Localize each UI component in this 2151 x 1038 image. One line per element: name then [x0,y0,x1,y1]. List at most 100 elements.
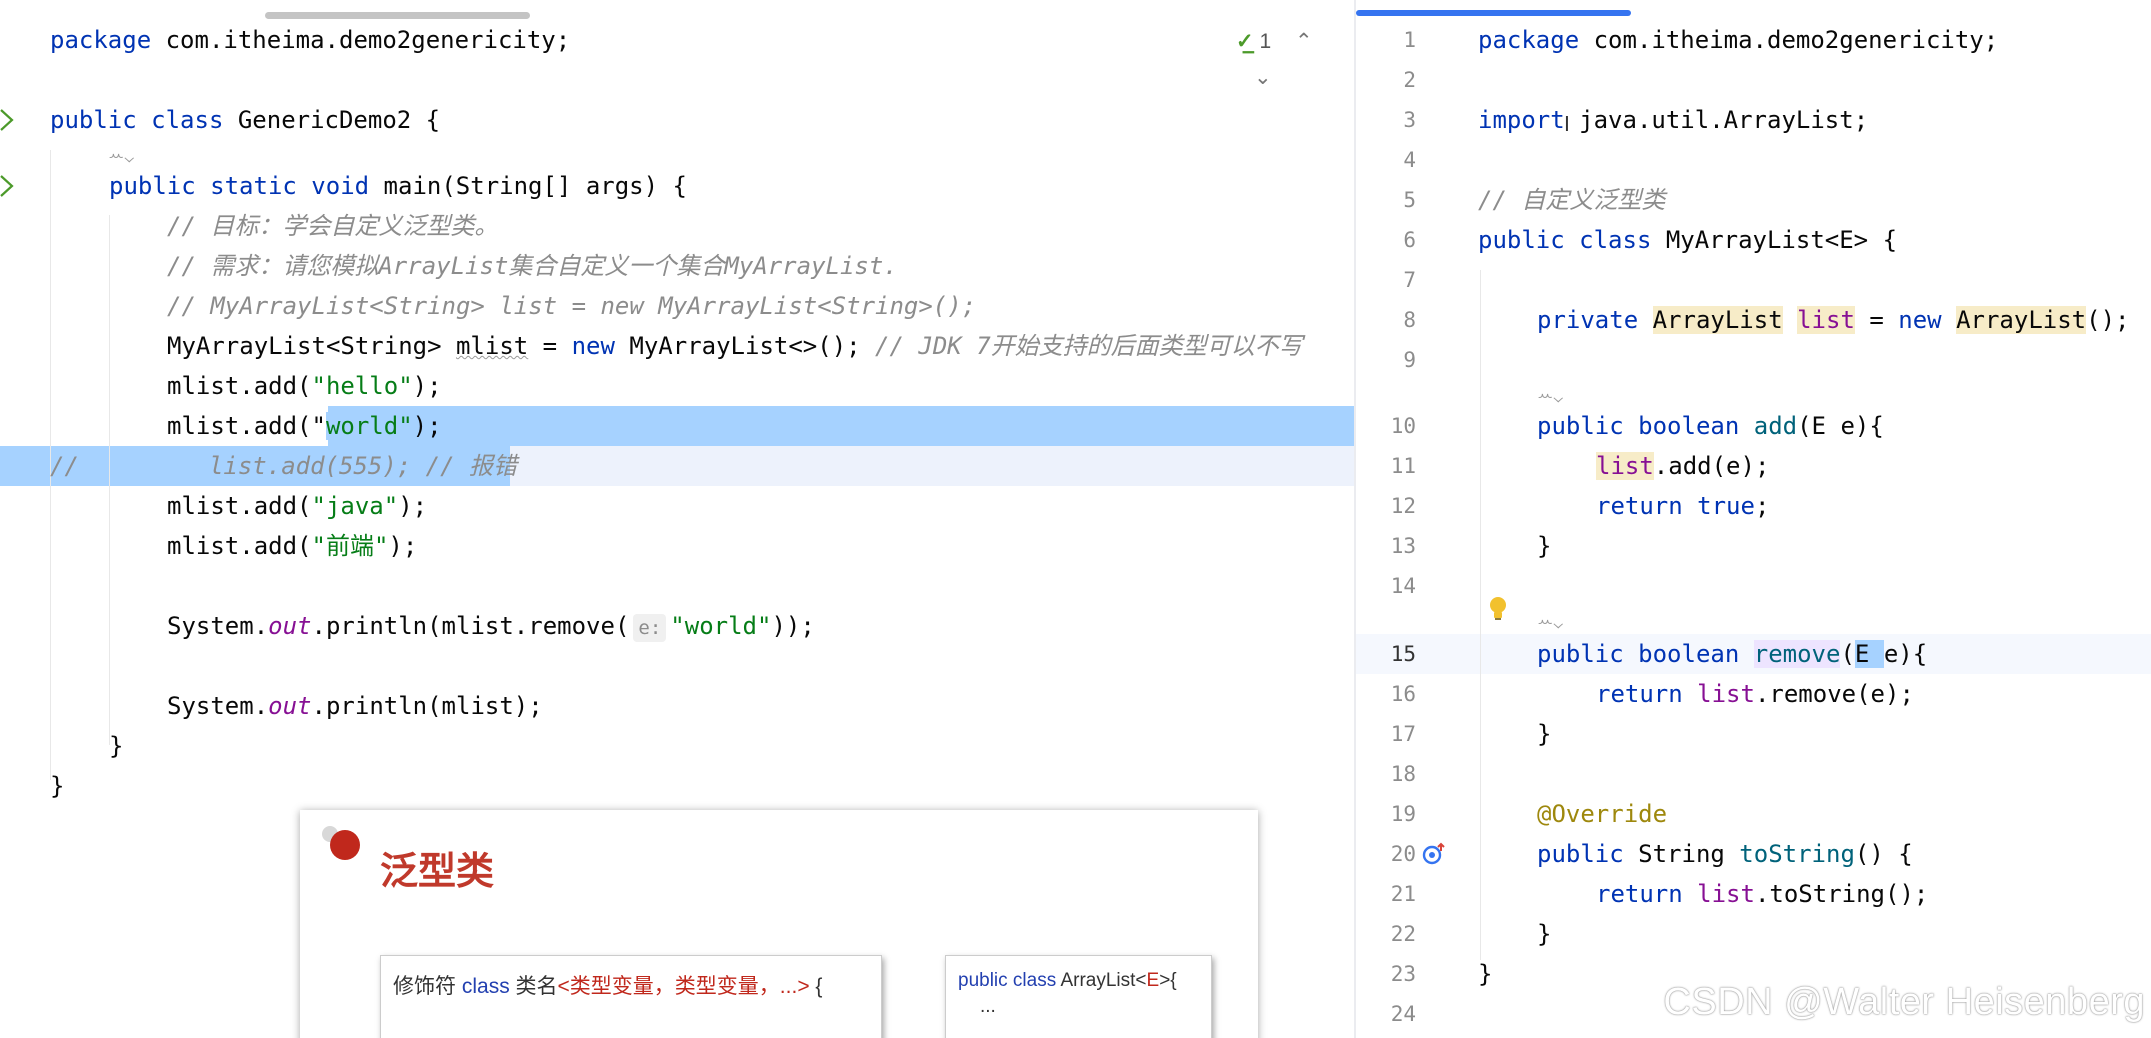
ai-assist-icon: ꕀ⌄ [108,145,135,165]
code-line-package[interactable]: package com.itheima.demo2genericity; [50,20,570,60]
example-type-var: E [1146,970,1160,991]
class-name: MyArrayList<E> { [1651,226,1898,254]
code-line-main[interactable]: public static void main(String[] args) { [109,166,687,206]
line-number[interactable]: 23 [1356,954,1416,994]
inspection-widget[interactable]: ✓̲ 1 ⌃ ⌄ [1236,24,1354,89]
right-editor-pane[interactable]: 1 2 3 4 5 6 7 8 9 10 11 12 13 14 15 16 17 18 19 20 21 22 23 24 … [1356,0,2151,1038]
code-line-close-class[interactable]: } [1478,954,1492,994]
code-line-return-true[interactable]: return true; [1596,486,1769,526]
code-line-print-remove[interactable]: System.out.println(mlist.remove(e: "world… [167,606,815,646]
code-line-package[interactable]: package com.itheima.demo2genericity; [1478,20,1998,60]
call-text: .toString(); [1754,880,1929,908]
horizontal-scrollbar[interactable] [265,12,530,19]
line-number[interactable]: 6 [1356,220,1416,260]
chevron-down-icon[interactable]: ⌄ [1254,66,1272,89]
code-line-remove-method[interactable]: public boolean remove(E e){ [1537,634,1927,674]
line-number[interactable]: 20 [1356,834,1416,874]
line-number[interactable]: 11 [1356,446,1416,486]
tab-indicator[interactable] [1356,10,1631,16]
line-number[interactable]: 7 [1356,260,1416,300]
line-number[interactable]: 16 [1356,674,1416,714]
keyword: public static void [109,172,370,200]
field-list: list [1797,306,1855,334]
comment-line-goal[interactable]: // 目标：学会自定义泛型类。 [167,206,498,246]
annotation-override[interactable]: @Override [1537,794,1667,834]
line-number[interactable]: 24 [1356,994,1416,1034]
code-line-print-list[interactable]: System.out.println(mlist); [167,686,543,726]
line-number[interactable]: 15 [1356,634,1416,674]
syntax-keyword: class [461,975,510,998]
text-cursor-icon: I [1564,112,1570,136]
keyword: public boolean [1537,412,1740,440]
code-line-import[interactable]: import java.util.ArrayList; [1478,100,1868,140]
line-number[interactable]: 3 [1356,100,1416,140]
lightbulb-icon[interactable] [1488,596,1508,622]
line-number[interactable]: 10 [1356,406,1416,446]
run-main-icon[interactable] [0,174,14,198]
package-name: com.itheima.demo2genericity; [1579,26,1999,54]
code-line-class-decl[interactable]: public class GenericDemo2 { [50,100,440,140]
usage-hint[interactable]: ꕀ⌄ [1537,606,1563,636]
code-line-close-class[interactable]: } [50,766,64,806]
comment-line-requirement[interactable]: // 需求：请您模拟ArrayList集合自定义一个集合MyArrayList. [167,246,898,286]
code-line-tostring-body[interactable]: return list.toString(); [1596,874,1928,914]
ai-assist-icon: ꕀ⌄ [1537,611,1564,631]
code-line-declaration[interactable]: MyArrayList<String> mlist = new MyArrayL… [167,326,1303,366]
code-line-add-java[interactable]: mlist.add("java"); [167,486,427,526]
code-line-remove-body[interactable]: return list.remove(e); [1596,674,1914,714]
run-class-icon[interactable] [0,108,14,132]
line-number[interactable]: 22 [1356,914,1416,954]
slide-overlay: 泛型类 修饰符 class 类名<类型变量，类型变量，...> { public… [300,810,1258,1038]
code-line-field[interactable]: private ArrayList list = new ArrayList()… [1537,300,2129,340]
keyword: return [1596,492,1683,520]
line-number[interactable]: 4 [1356,140,1416,180]
code-line-add-body[interactable]: list.add(e); [1596,446,1769,486]
line-number[interactable]: 19 [1356,794,1416,834]
selection-highlight [328,406,1354,446]
method-name: add [1753,412,1798,440]
code-line-add-method[interactable]: public boolean add(E e){ [1537,406,1884,446]
call-end: ); [388,532,418,560]
line-number[interactable]: 18 [1356,754,1416,794]
code-line-add-frontend[interactable]: mlist.add("前端"); [167,526,417,566]
line-number[interactable]: 21 [1356,874,1416,914]
import-name: java.util.ArrayList; [1564,106,1869,134]
type-name: ArrayList [1652,306,1783,334]
assign-text: = [1854,306,1899,334]
indent-guide [1480,270,1481,960]
line-number[interactable]: 5 [1356,180,1416,220]
left-editor-pane[interactable]: ✓̲ 1 ⌃ ⌄ package com.itheima.demo2generi… [0,0,1354,1038]
code-line-commented-out[interactable]: // list.add(555); // 报错 [50,446,517,486]
comment-line[interactable]: // 自定义泛型类 [1478,180,1665,220]
code-line-add-hello[interactable]: mlist.add("hello"); [167,366,442,406]
chevron-up-icon[interactable]: ⌃ [1295,30,1313,53]
code-line-class-decl[interactable]: public class MyArrayList<E> { [1478,220,1897,260]
override-gutter-icon[interactable] [1422,842,1446,866]
line-number[interactable]: 14 [1356,566,1416,606]
return-type: String [1623,840,1740,868]
line-number[interactable]: 12 [1356,486,1416,526]
code-line-close-remove[interactable]: } [1537,714,1551,754]
keyword: return [1596,680,1683,708]
code-line-close-main[interactable]: } [109,726,123,766]
keyword: package [1478,26,1580,54]
line-number[interactable]: 17 [1356,714,1416,754]
string-literal: "前端" [311,532,389,560]
code-line-close-tostring[interactable]: } [1537,914,1551,954]
call-text: .add(e); [1653,452,1770,480]
line-number[interactable]: 2 [1356,60,1416,100]
line-number[interactable]: 13 [1356,526,1416,566]
code-line-tostring[interactable]: public String toString() { [1537,834,1913,874]
line-number[interactable]: 1 [1356,20,1416,60]
example-box: public class ArrayList<E>{ ... [945,955,1212,1038]
call-text: mlist.add( [167,492,312,520]
method-name: toString [1739,840,1855,868]
line-number[interactable]: 8 [1356,300,1416,340]
comment-line-example[interactable]: // MyArrayList<String> list = new MyArra… [167,286,976,326]
keyword: public boolean [1537,640,1740,668]
static-field: out [268,692,312,720]
keyword: package [50,26,152,54]
line-number[interactable]: 9 [1356,340,1416,380]
code-line-close-add[interactable]: } [1537,526,1551,566]
code-line-add-world[interactable]: mlist.add("world"); [167,406,442,446]
